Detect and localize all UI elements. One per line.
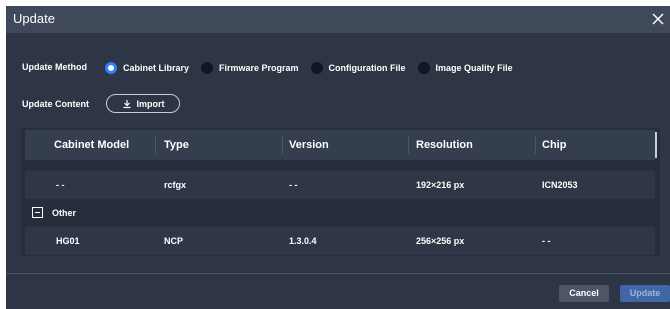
column-divider — [282, 136, 283, 154]
dialog-title: Update — [13, 11, 55, 26]
collapse-icon[interactable] — [32, 207, 43, 218]
radio-label: Configuration File — [328, 63, 406, 73]
cell-type: rcfgx — [164, 180, 187, 190]
radio-label: Cabinet Library — [123, 63, 190, 73]
radio-label: Image Quality File — [435, 63, 513, 73]
cell-version: 1.3.0.4 — [289, 236, 317, 246]
group-label: Other — [52, 208, 77, 218]
import-button-label: Import — [136, 98, 165, 109]
radio-label: Firmware Program — [219, 63, 299, 73]
group-row-other[interactable]: Other — [25, 199, 655, 227]
column-divider — [535, 136, 536, 154]
cell-resolution: 256×256 px — [416, 236, 465, 246]
cell-chip: - - — [542, 236, 551, 246]
table-row[interactable]: - - rcfgx - - 192×216 px ICN2053 — [25, 171, 655, 199]
column-header-type[interactable]: Type — [164, 130, 189, 160]
radio-image-quality-file[interactable]: Image Quality File — [417, 62, 513, 74]
radio-unchecked-icon — [417, 62, 430, 74]
radio-configuration-file[interactable]: Configuration File — [310, 62, 406, 74]
update-dialog: Update Update Method Cabinet Library Fir… — [6, 6, 670, 309]
column-header-version[interactable]: Version — [289, 130, 329, 160]
radio-unchecked-icon — [310, 62, 323, 74]
update-button[interactable]: Update — [620, 285, 670, 302]
radio-firmware-program[interactable]: Firmware Program — [201, 62, 299, 74]
footer-divider — [6, 273, 670, 274]
cell-type: NCP — [164, 236, 184, 246]
column-header-chip[interactable]: Chip — [542, 130, 566, 160]
radio-unchecked-icon — [201, 62, 214, 74]
cancel-button[interactable]: Cancel — [559, 285, 609, 302]
column-divider — [408, 136, 409, 154]
import-icon — [123, 99, 130, 108]
title-bar: Update — [6, 6, 670, 33]
table-header: Cabinet Model Type Version Resolution Ch… — [25, 130, 655, 160]
cell-version: - - — [289, 180, 298, 190]
cell-resolution: 192×216 px — [416, 180, 465, 190]
cell-cabinet-model: - - — [56, 180, 65, 190]
column-divider — [155, 136, 156, 154]
close-icon[interactable] — [650, 11, 666, 27]
column-header-cabinet-model[interactable]: Cabinet Model — [54, 130, 129, 160]
radio-cabinet-library[interactable]: Cabinet Library — [105, 62, 189, 74]
column-header-resolution[interactable]: Resolution — [416, 130, 473, 160]
update-method-radio-group: Cabinet Library Firmware Program Configu… — [105, 61, 525, 75]
update-content-label: Update Content — [22, 99, 89, 109]
cabinet-table: Cabinet Model Type Version Resolution Ch… — [21, 128, 660, 256]
table-row[interactable]: HG01 NCP 1.3.0.4 256×256 px - - — [25, 227, 655, 255]
cell-chip: ICN2053 — [542, 180, 578, 190]
update-method-label: Update Method — [22, 62, 87, 72]
radio-checked-icon — [105, 62, 117, 74]
cell-cabinet-model: HG01 — [56, 236, 80, 246]
import-button[interactable]: Import — [106, 94, 180, 113]
table-scrollbar[interactable] — [655, 132, 657, 158]
